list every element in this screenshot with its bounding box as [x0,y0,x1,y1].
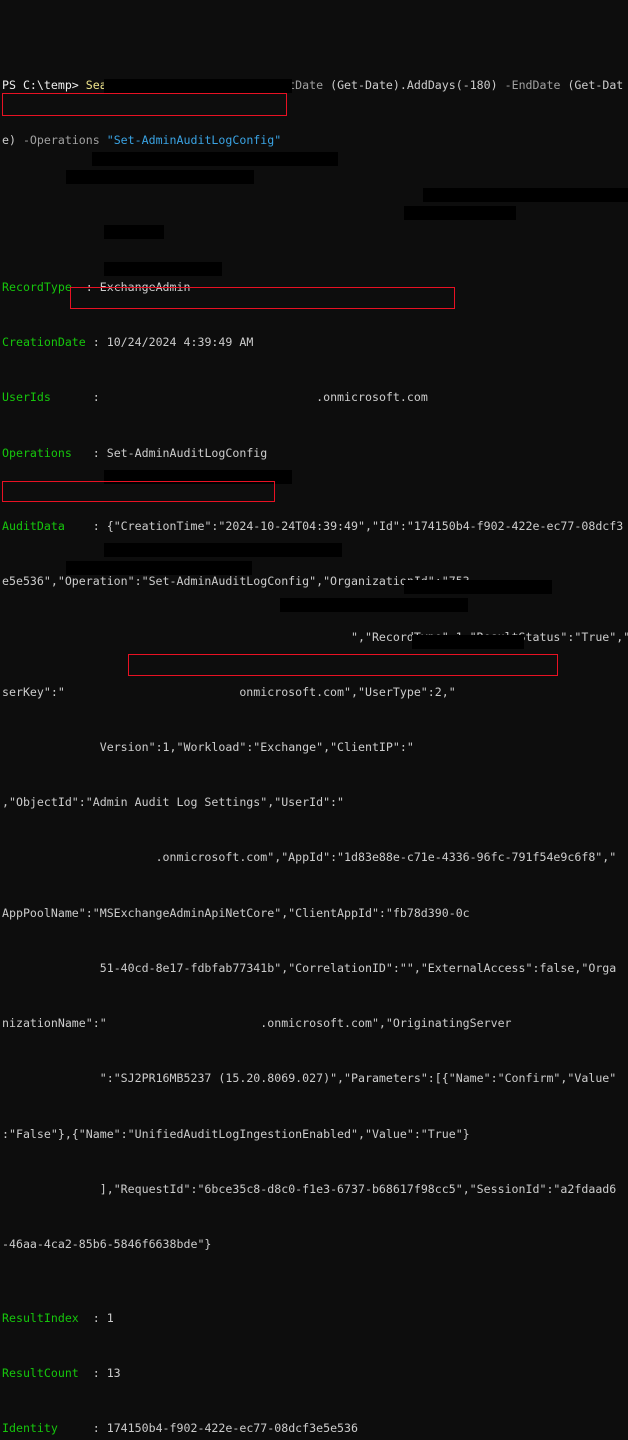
record1-auditdata-key: AuditData [2,519,65,534]
record1-userids-row: UserIds : .onmicrosoft.com [2,388,628,406]
record1-recordtype-row: RecordType : ExchangeAdmin [2,278,628,296]
redaction-bar-orgname-2 [412,635,524,649]
record1-creationdate-row: CreationDate : 10/24/2024 4:39:49 AM [2,333,628,351]
pad-1: : [71,280,100,295]
record1-recordtype-value: ExchangeAdmin [99,280,191,295]
record1-auditdata-line-10-row: ":"SJ2PR16MB5237 (15.20.8069.027)","Para… [2,1069,628,1087]
value-enddate-cont: e) [2,132,23,147]
record1-auditdata-line-8-row: 51-40cd-8e17-fdbfab77341b","CorrelationI… [2,959,628,977]
param-operations: -Operations [22,132,100,147]
record1-auditdata-line-4: Version":1,"Workload":"Exchange","Client… [99,740,414,755]
record1-creationdate-key: CreationDate [2,335,86,350]
record1-auditdata-line-3: serKey":" onmicrosoft.com","UserType":2,… [2,684,456,699]
redaction-bar-orgid-1 [92,152,338,166]
value-enddate-wrapped: (Get-Dat [567,77,624,92]
record1-auditdata-line-11: :"False"},{"Name":"UnifiedAuditLogIngest… [2,1126,470,1141]
redaction-bar-userid-1 [404,206,516,220]
pad-2: : [85,335,107,350]
highlight-box-operations-2 [2,481,275,502]
record1-userids-key: UserIds [2,390,51,405]
record1-recordtype-key: RecordType [2,280,72,295]
record1-auditdata-line-6: .onmicrosoft.com","AppId":"1d83e88e-c71e… [155,850,617,865]
record1-operations-key: Operations [2,445,72,460]
record1-resultcount-row: ResultCount : 13 [2,1364,628,1382]
record1-auditdata-line-12-row: ],"RequestId":"6bce35c8-d8c0-f1e3-6737-b… [2,1180,628,1198]
redaction-bar-userid-cont-1 [104,225,164,239]
indent-2 [2,740,100,754]
indent-6 [2,1182,100,1196]
record1-identity-key: Identity [2,1420,58,1435]
pad-6: : [78,1310,107,1325]
record1-auditdata-line-7: AppPoolName":"MSExchangeAdminApiNetCore"… [2,905,470,920]
record1-identity-row: Identity : 174150b4-f902-422e-ec77-08dcf… [2,1419,628,1437]
redaction-bar-userid-line-2 [280,598,468,612]
space-3 [498,78,505,92]
record1-auditdata-line-5: ,"ObjectId":"Admin Audit Log Settings","… [2,795,345,810]
value-startdate: (Get-Date).AddDays(-180) [330,77,498,92]
redaction-bar-clientip-1 [423,188,628,202]
record1-auditdata-line-13: -46aa-4ca2-85b6-5846f6638bde"} [2,1236,212,1251]
record1-auditdata-line-9: nizationName":" .onmicrosoft.com","Origi… [2,1016,512,1031]
powershell-console[interactable]: PS C:\temp> Search-UnifiedAuditLog -Star… [0,0,628,1435]
record1-auditdata-line-1: e5e536","Operation":"Set-AdminAuditLogCo… [2,574,470,589]
indent-1 [2,630,351,644]
record1-identity-value: 174150b4-f902-422e-ec77-08dcf3e5e536 [106,1420,358,1435]
value-operations: "Set-AdminAuditLogConfig" [106,132,282,147]
pad-7: : [78,1365,107,1380]
record1-auditdata-line-8: 51-40cd-8e17-fdbfab77341b","CorrelationI… [99,960,617,975]
space-5 [100,133,107,147]
pad-5: : [64,519,107,534]
record1-resultindex-row: ResultIndex : 1 [2,1309,628,1327]
record1-resultcount-key: ResultCount [2,1365,79,1380]
redaction-bar-userids-2 [104,470,292,484]
record1-auditdata-line-7-row: AppPoolName":"MSExchangeAdminApiNetCore"… [2,904,628,922]
redaction-bar-orgname-1 [104,262,222,276]
record1-auditdata-line-0: {"CreationTime":"2024-10-24T04:39:49","I… [106,519,624,534]
record1-operations-row: Operations : Set-AdminAuditLogConfig [2,444,628,462]
record1-resultcount-value: 13 [106,1365,121,1380]
param-enddate: -EndDate [504,77,561,92]
record1-resultindex-key: ResultIndex [2,1310,79,1325]
highlight-box-operations-1 [2,93,287,116]
indent-4 [2,961,100,975]
record1-auditdata-line-6-row: .onmicrosoft.com","AppId":"1d83e88e-c71e… [2,848,628,866]
record1-auditdata-line-9-row: nizationName":" .onmicrosoft.com","Origi… [2,1014,628,1032]
record1-auditdata-line-13-row: -46aa-4ca2-85b6-5846f6638bde"} [2,1235,628,1253]
record1-operations-value: Set-AdminAuditLogConfig [106,445,268,460]
redaction-bar-clientip-2 [404,580,552,594]
pad-8: : [57,1420,107,1435]
highlight-box-parameter-2 [128,654,558,676]
record1-userids-value: .onmicrosoft.com [106,390,428,405]
record1-creationdate-value: 10/24/2024 4:39:49 AM [106,335,254,350]
record1-auditdata-line-3-row: serKey":" onmicrosoft.com","UserType":2,… [2,683,628,701]
record1-auditdata-row: AuditData : {"CreationTime":"2024-10-24T… [2,517,628,535]
record1-auditdata-line-2-row: ","RecordType":1,"ResultStatus":"True","… [2,628,628,646]
prompt-line-2: e) -Operations "Set-AdminAuditLogConfig" [2,131,628,149]
indent-5 [2,1071,100,1085]
redaction-bar-userkey-2 [66,561,252,575]
record1-auditdata-line-12: ],"RequestId":"6bce35c8-d8c0-f1e3-6737-b… [99,1181,617,1196]
record1-resultindex-value: 1 [106,1310,114,1325]
indent-3 [2,850,156,864]
prompt-prefix: PS C:\temp> [2,77,86,92]
pad-3: : [50,390,107,405]
redaction-bar-orgid-2 [104,543,342,557]
record1-auditdata-line-11-row: :"False"},{"Name":"UnifiedAuditLogIngest… [2,1125,628,1143]
record1-auditdata-line-4-row: Version":1,"Workload":"Exchange","Client… [2,738,628,756]
record1-auditdata-line-10: ":"SJ2PR16MB5237 (15.20.8069.027)","Para… [99,1071,617,1086]
pad-4: : [71,445,107,460]
record1-auditdata-line-5-row: ,"ObjectId":"Admin Audit Log Settings","… [2,793,628,811]
redaction-bar-userkey-1 [66,170,254,184]
prompt-line-1: PS C:\temp> Search-UnifiedAuditLog -Star… [2,76,628,94]
redaction-bar-userids-1 [104,79,292,93]
